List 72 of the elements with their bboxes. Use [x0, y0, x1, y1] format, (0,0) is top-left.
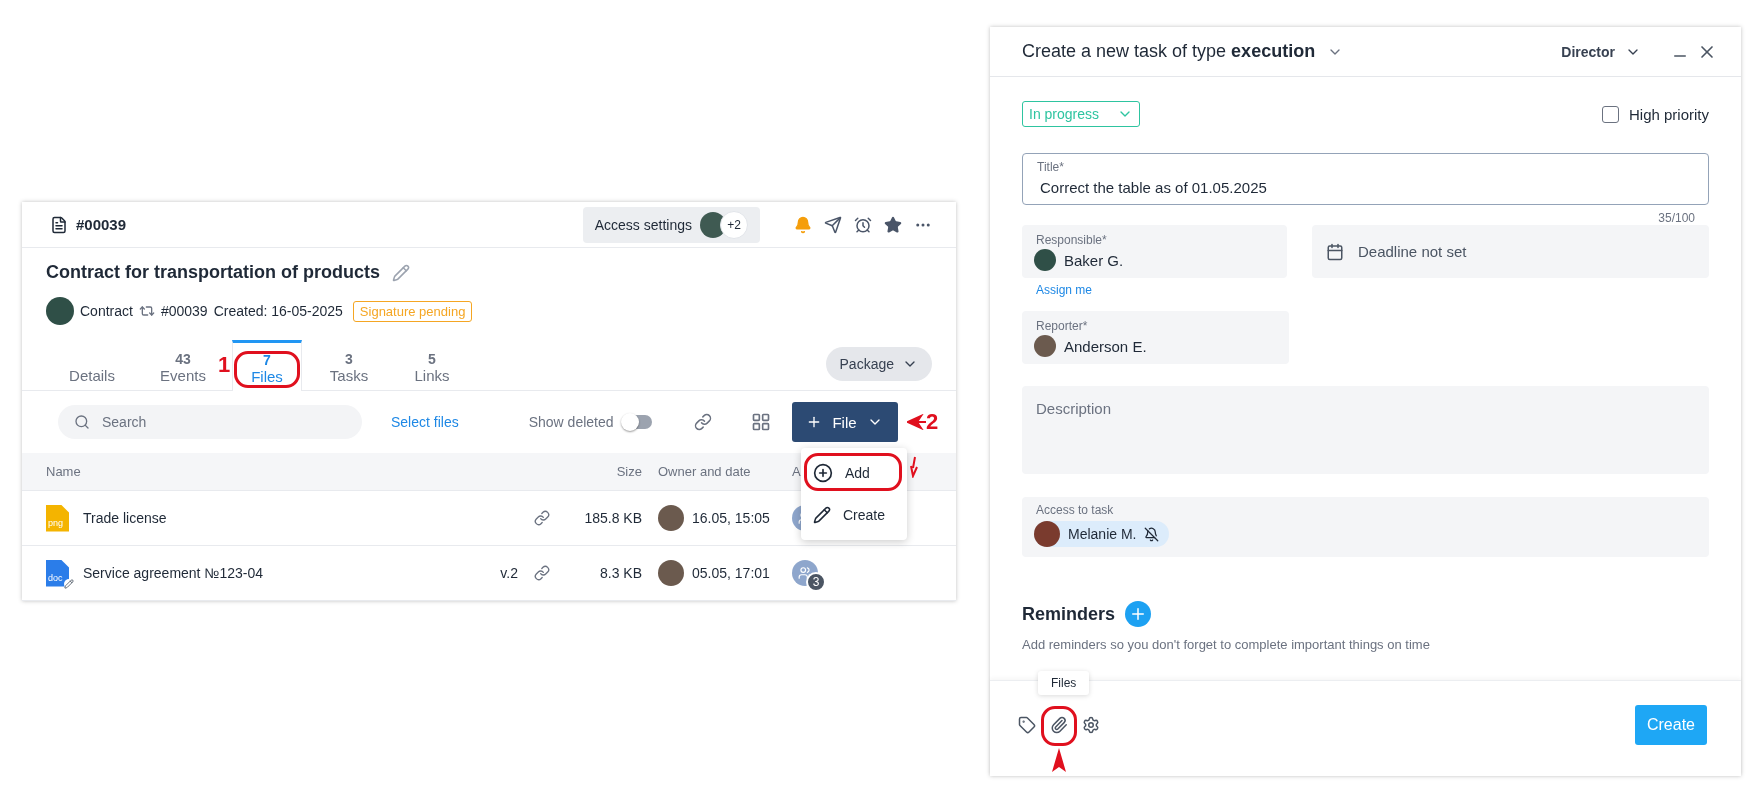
- file-name[interactable]: Service agreement №123-04: [83, 565, 263, 581]
- owner-date: 16.05, 15:05: [692, 510, 770, 526]
- hint-text: Add reminders so you don't forget to complete important things on time: [1022, 637, 1430, 652]
- document-number: #00039: [160, 303, 208, 319]
- calendar-icon: [1326, 242, 1344, 261]
- document-type: Contract: [80, 303, 133, 319]
- file-type-label: doc: [47, 572, 63, 585]
- package-button[interactable]: Package: [825, 347, 932, 381]
- owner-date: 05.05, 17:01: [692, 565, 770, 581]
- add-icon: [813, 463, 833, 483]
- document-icon: [50, 215, 68, 234]
- responsible-field[interactable]: Responsible* Baker G.: [1022, 225, 1287, 278]
- pencil-icon: [813, 506, 831, 524]
- column-header: Owner and date: [658, 464, 751, 479]
- avatar: [46, 297, 74, 325]
- add-reminder-button[interactable]: [1125, 601, 1152, 627]
- person-chip[interactable]: Melanie M.: [1034, 521, 1170, 547]
- count-badge: 3: [806, 572, 826, 592]
- alarm-clock-icon[interactable]: [854, 215, 872, 234]
- edit-icon[interactable]: [392, 263, 410, 282]
- status-badge: Signature pending: [352, 300, 473, 322]
- bell-off-icon: [1144, 526, 1160, 542]
- file-type-label: png: [47, 517, 64, 530]
- dialog-title: Create a new task of type execution: [1022, 41, 1316, 62]
- annotation-arrow: [1051, 747, 1067, 772]
- document-title: Contract for transportation of products: [46, 262, 380, 283]
- avatar: [658, 505, 684, 531]
- tag-icon[interactable]: [1018, 715, 1036, 734]
- link-icon[interactable]: [534, 565, 550, 581]
- assign-me-link[interactable]: Assign me: [1036, 283, 1093, 297]
- star-icon[interactable]: [884, 215, 902, 234]
- file-size: 8.3 KB: [599, 565, 642, 581]
- field-label: Access to task: [1036, 503, 1115, 517]
- column-header: Size: [616, 464, 642, 479]
- reporter-field[interactable]: Reporter* Anderson E.: [1022, 311, 1289, 364]
- menu-item[interactable]: Add: [801, 452, 907, 494]
- settings-icon[interactable]: [1082, 715, 1100, 734]
- select-files-link[interactable]: Select files: [391, 414, 459, 430]
- annotation-number: 1: [218, 352, 231, 378]
- field-label: Title*: [1037, 160, 1064, 174]
- deadline-field[interactable]: Deadline not set: [1312, 225, 1709, 278]
- link-icon[interactable]: [534, 510, 550, 526]
- toggle-label: Show deleted: [528, 414, 614, 430]
- tooltip: Files: [1038, 671, 1090, 695]
- file-name[interactable]: Trade license: [83, 510, 167, 526]
- annotation-number: 2: [926, 409, 939, 435]
- column-header: Name: [46, 464, 81, 479]
- link-icon[interactable]: [693, 413, 712, 431]
- version-label: v.2: [500, 565, 518, 581]
- access-settings-button[interactable]: Access settings +2: [582, 206, 760, 243]
- paperclip-icon[interactable]: [1050, 715, 1068, 734]
- created-date: Created: 16-05-2025: [213, 303, 343, 319]
- toggle-switch[interactable]: [621, 415, 652, 429]
- section-title: Reminders: [1022, 603, 1116, 625]
- tab[interactable]: 7 Files: [232, 340, 302, 391]
- repeat-icon: [138, 303, 155, 319]
- avatar: [658, 560, 684, 586]
- annotation-arrow: [910, 456, 918, 478]
- file-size: 185.8 KB: [584, 510, 642, 526]
- high-priority-checkbox[interactable]: High priority: [1601, 105, 1709, 123]
- pen-icon: [64, 578, 74, 589]
- avatar-count: +2: [720, 210, 748, 239]
- search-field[interactable]: Search: [58, 405, 362, 439]
- column-header: A: [792, 464, 801, 479]
- character-counter: 35/100: [1658, 211, 1695, 225]
- record-number: #00039: [76, 216, 127, 233]
- description-field[interactable]: Description: [1022, 386, 1709, 474]
- send-icon[interactable]: [824, 215, 842, 234]
- menu-item[interactable]: Create: [801, 494, 907, 536]
- annotation-arrow: [907, 414, 926, 430]
- add-file-button[interactable]: File: [791, 402, 898, 442]
- grid-view-icon[interactable]: [750, 412, 771, 432]
